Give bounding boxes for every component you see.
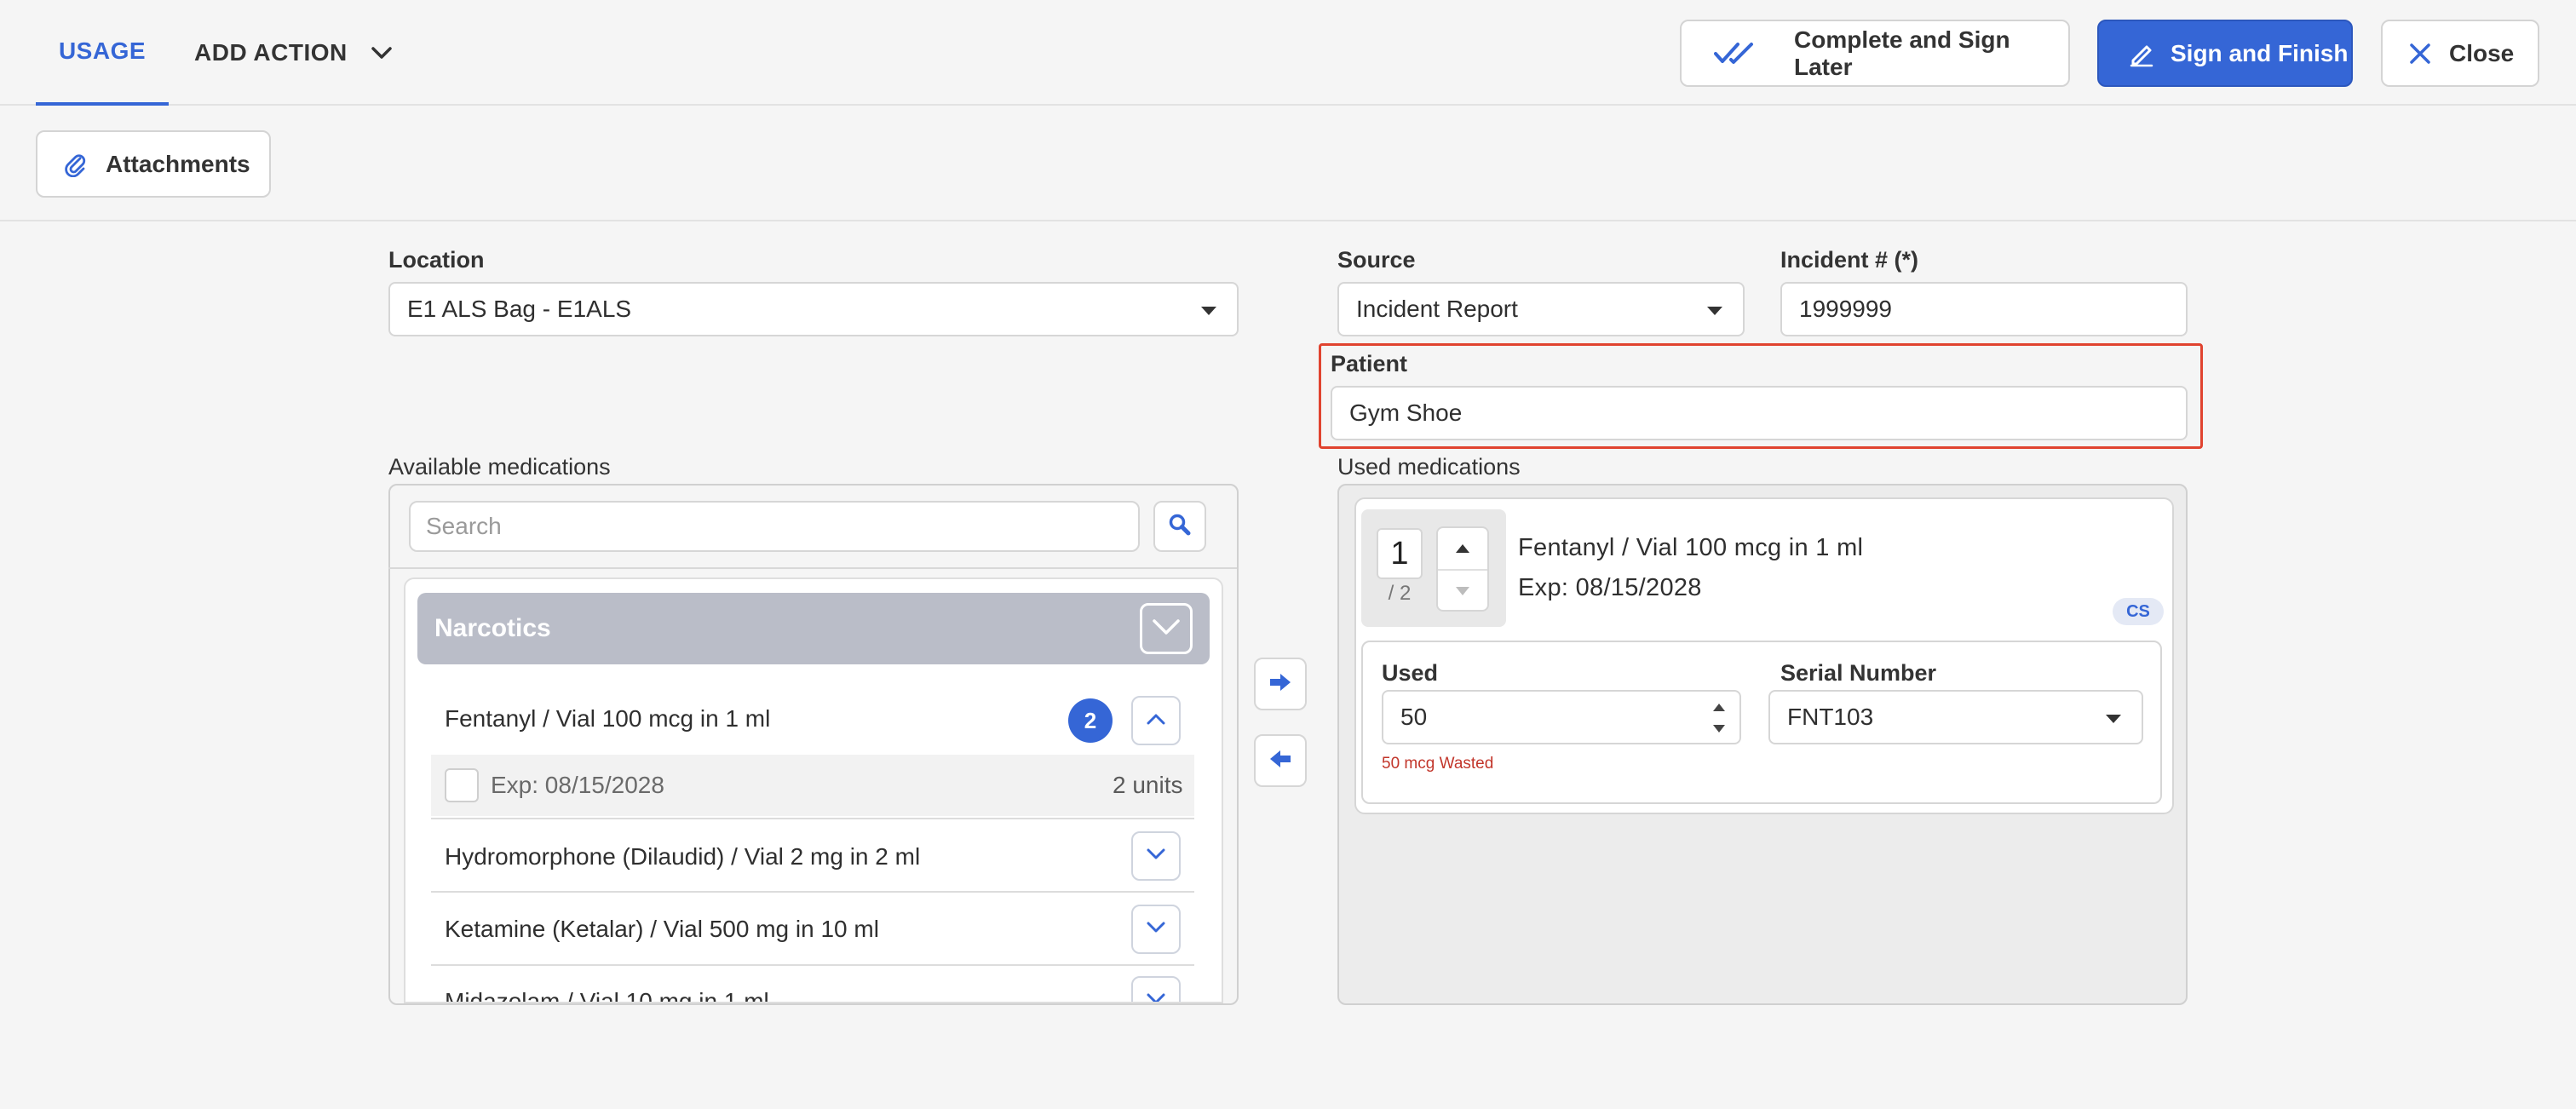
- chevron-down-icon: [1146, 848, 1166, 865]
- incident-label: Incident # (*): [1780, 247, 1919, 273]
- patient-value: Gym Shoe: [1349, 399, 1463, 426]
- source-label: Source: [1337, 247, 1416, 273]
- decrement-button[interactable]: [1438, 571, 1487, 612]
- wasted-note: 50 mcg Wasted: [1382, 755, 1494, 773]
- search-button[interactable]: [1153, 501, 1206, 552]
- used-label: Used: [1382, 660, 1439, 686]
- used-medication-name: Fentanyl / Vial 100 mcg in 1 ml: [1518, 534, 1864, 561]
- location-label: Location: [388, 247, 485, 273]
- category-collapse-button[interactable]: [1140, 603, 1193, 654]
- caret-up-icon: [1456, 544, 1469, 553]
- used-amount-input[interactable]: 50: [1382, 690, 1741, 744]
- increment-button[interactable]: [1438, 528, 1487, 569]
- location-select[interactable]: E1 ALS Bag - E1ALS: [388, 282, 1239, 336]
- double-check-icon: [1714, 41, 1757, 66]
- tab-add-action[interactable]: ADD ACTION: [194, 0, 348, 106]
- used-amount-value: 50: [1400, 704, 1428, 730]
- count-badge: 2: [1068, 698, 1113, 743]
- chevron-down-icon: [1146, 922, 1166, 938]
- search-input[interactable]: Search: [409, 501, 1140, 552]
- list-item-clip: Midazolam / Vial 10 mg in 1 ml: [431, 966, 1194, 1002]
- list-item[interactable]: Ketamine (Ketalar) / Vial 500 mg in 10 m…: [445, 916, 879, 943]
- caret-down-icon: [1713, 725, 1725, 733]
- caret-down-icon: [1201, 307, 1216, 315]
- incident-value: 1999999: [1799, 296, 1893, 322]
- lot-units: 2 units: [1113, 772, 1183, 798]
- divider: [431, 891, 1194, 893]
- arrow-right-icon: [1268, 672, 1293, 697]
- close-label: Close: [2449, 39, 2515, 66]
- controlled-substance-badge: CS: [2113, 598, 2164, 625]
- paperclip-icon: [65, 152, 92, 177]
- tab-usage[interactable]: USAGE: [36, 0, 169, 106]
- expand-item-button[interactable]: [1131, 905, 1181, 954]
- divider: [431, 818, 1194, 819]
- arrow-left-icon: [1268, 749, 1293, 773]
- used-medications-label: Used medications: [1337, 454, 1521, 480]
- close-icon: [2408, 42, 2439, 66]
- caret-down-icon: [2106, 715, 2121, 723]
- list-item[interactable]: Fentanyl / Vial 100 mcg in 1 ml: [445, 705, 770, 733]
- location-value: E1 ALS Bag - E1ALS: [407, 296, 632, 322]
- sign-and-finish-button[interactable]: Sign and Finish: [2097, 20, 2353, 87]
- patient-label: Patient: [1331, 351, 1408, 376]
- list-item[interactable]: Midazolam / Vial 10 mg in 1 ml: [445, 988, 769, 1002]
- quantity-value[interactable]: 1: [1377, 528, 1423, 579]
- serial-number-select[interactable]: FNT103: [1768, 690, 2143, 744]
- complete-and-sign-later-label: Complete and Sign Later: [1794, 26, 2010, 80]
- chevron-up-icon: [1146, 713, 1166, 729]
- chevron-down-icon: [1146, 993, 1166, 1002]
- move-left-button[interactable]: [1254, 734, 1307, 787]
- complete-and-sign-later-button[interactable]: Complete and Sign Later: [1680, 20, 2070, 87]
- list-item[interactable]: Hydromorphone (Dilaudid) / Vial 2 mg in …: [445, 843, 920, 871]
- caret-up-icon: [1713, 704, 1725, 711]
- expand-item-button[interactable]: [1131, 831, 1181, 881]
- caret-down-icon: [1456, 587, 1469, 595]
- collapse-item-button[interactable]: [1131, 696, 1181, 745]
- move-right-button[interactable]: [1254, 658, 1307, 710]
- category-title: Narcotics: [434, 614, 551, 642]
- incident-input[interactable]: 1999999: [1780, 282, 2188, 336]
- serial-number-value: FNT103: [1787, 704, 1874, 730]
- source-select[interactable]: Incident Report: [1337, 282, 1745, 336]
- sign-and-finish-label: Sign and Finish: [2171, 39, 2349, 66]
- lot-checkbox[interactable]: [445, 768, 479, 802]
- lot-exp: Exp: 08/15/2028: [491, 772, 664, 798]
- caret-down-icon: [1707, 307, 1722, 315]
- patient-input[interactable]: Gym Shoe: [1331, 386, 2188, 440]
- attachments-label: Attachments: [106, 150, 250, 177]
- source-value: Incident Report: [1356, 296, 1518, 322]
- available-medications-label: Available medications: [388, 454, 611, 480]
- pen-icon: [2128, 40, 2159, 67]
- chevron-down-icon: [1151, 618, 1182, 641]
- quantity-stepper[interactable]: [1436, 526, 1489, 612]
- quantity-total: / 2: [1388, 582, 1412, 605]
- chevron-down-icon[interactable]: [366, 37, 397, 68]
- attachments-button[interactable]: Attachments: [36, 130, 271, 198]
- used-medication-exp: Exp: 08/15/2028: [1518, 574, 1702, 601]
- expand-item-button[interactable]: [1131, 976, 1181, 1002]
- serial-number-label: Serial Number: [1780, 660, 1937, 686]
- number-spinner[interactable]: [1711, 704, 1728, 733]
- attachments-bar: [0, 107, 2576, 221]
- close-button[interactable]: Close: [2381, 20, 2539, 87]
- search-icon: [1168, 513, 1192, 541]
